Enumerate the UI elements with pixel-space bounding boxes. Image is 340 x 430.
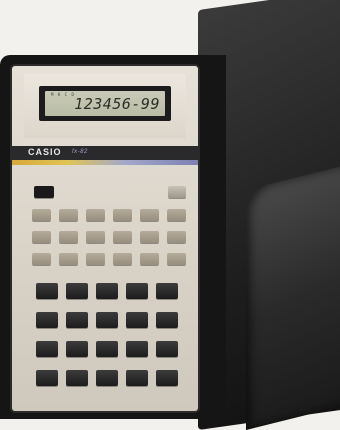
digit-key[interactable] — [96, 283, 118, 299]
digit-key[interactable] — [126, 370, 148, 386]
digit-key[interactable] — [156, 312, 178, 328]
brand-logo: CASIO — [28, 147, 62, 157]
calculator: M K C D 123456-99 CASIO fx-82 — [12, 66, 198, 411]
function-key[interactable] — [32, 253, 51, 265]
function-key[interactable] — [113, 209, 132, 221]
function-key[interactable] — [113, 231, 132, 243]
brand-strip: CASIO fx-82 — [12, 146, 198, 160]
digit-key[interactable] — [66, 312, 88, 328]
digit-key[interactable] — [126, 312, 148, 328]
function-key[interactable] — [167, 253, 186, 265]
digit-key[interactable] — [126, 283, 148, 299]
function-key[interactable] — [59, 209, 78, 221]
function-key[interactable] — [32, 231, 51, 243]
digit-key[interactable] — [96, 370, 118, 386]
digit-key[interactable] — [126, 341, 148, 357]
function-key[interactable] — [113, 253, 132, 265]
wallet-case-pocket — [246, 162, 340, 430]
lcd-digits: 123456-99 — [74, 95, 160, 113]
function-key[interactable] — [86, 231, 105, 243]
function-key[interactable] — [86, 253, 105, 265]
function-key[interactable] — [59, 253, 78, 265]
digit-key[interactable] — [156, 283, 178, 299]
function-key[interactable] — [167, 231, 186, 243]
function-key[interactable] — [140, 209, 159, 221]
function-key[interactable] — [86, 209, 105, 221]
function-key[interactable] — [167, 209, 186, 221]
brand-stripe — [12, 160, 198, 165]
photo-scene: M K C D 123456-99 CASIO fx-82 — [0, 0, 340, 430]
digit-key[interactable] — [96, 341, 118, 357]
model-name: fx-82 — [72, 149, 88, 155]
function-key[interactable] — [140, 253, 159, 265]
lcd-screen: M K C D 123456-99 — [45, 91, 165, 116]
lcd-indicators: M K C D — [51, 92, 75, 97]
digit-key[interactable] — [66, 370, 88, 386]
digit-key[interactable] — [66, 341, 88, 357]
digit-key[interactable] — [36, 283, 58, 299]
display-window: M K C D 123456-99 — [39, 86, 171, 121]
digit-key[interactable] — [36, 341, 58, 357]
digit-key[interactable] — [66, 283, 88, 299]
digit-key[interactable] — [156, 341, 178, 357]
on-key[interactable] — [34, 186, 54, 198]
digit-key[interactable] — [156, 370, 178, 386]
ac-key[interactable] — [168, 186, 186, 198]
digit-key[interactable] — [96, 312, 118, 328]
digit-key[interactable] — [36, 312, 58, 328]
function-key[interactable] — [59, 231, 78, 243]
function-key[interactable] — [32, 209, 51, 221]
function-key[interactable] — [140, 231, 159, 243]
digit-key[interactable] — [36, 370, 58, 386]
